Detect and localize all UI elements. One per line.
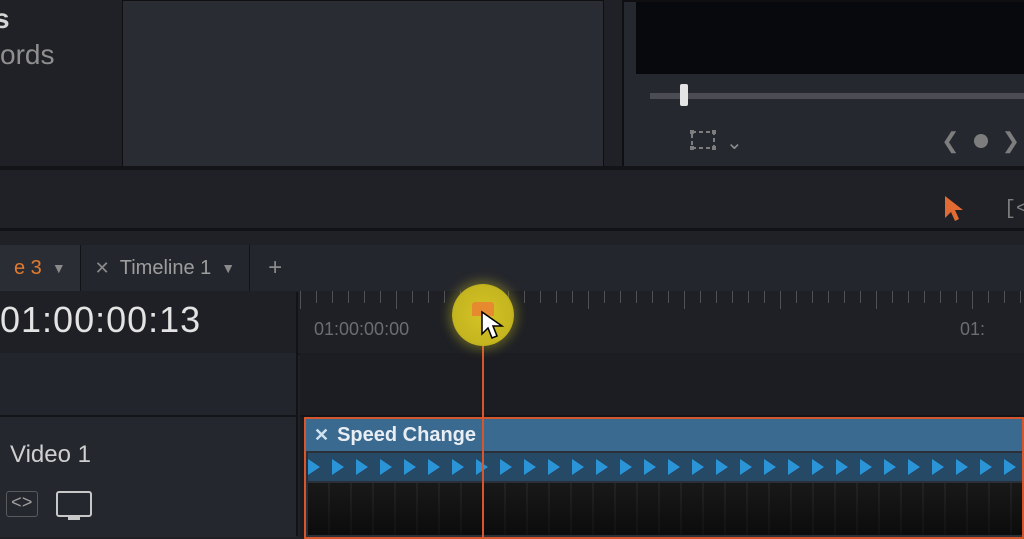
- timeline-tabs: e 3 ▼ ✕ Timeline 1 ▼ +: [0, 245, 1024, 293]
- media-panel-label: s ords: [0, 0, 54, 74]
- track-gap[interactable]: [300, 353, 1024, 417]
- add-timeline-button[interactable]: +: [250, 254, 300, 282]
- clip-speed-indicator[interactable]: [308, 453, 1022, 481]
- tab-active[interactable]: e 3 ▼: [0, 245, 81, 291]
- video-track-row: Video 1 <> ✕ Speed Change: [0, 417, 1024, 537]
- video-track-header[interactable]: Video 1 <>: [0, 417, 296, 537]
- tab-label: e 3: [14, 257, 42, 280]
- transform-dropdown-icon[interactable]: ⌄: [726, 130, 743, 155]
- transform-icon[interactable]: [690, 128, 718, 152]
- chevron-down-icon[interactable]: ▼: [221, 260, 235, 276]
- video-track-body[interactable]: ✕ Speed Change: [300, 417, 1024, 537]
- chevron-down-icon[interactable]: ▼: [52, 260, 66, 276]
- ruler-label: 01:00:00:00: [314, 319, 409, 340]
- clip-thumbnail-strip: [308, 483, 1022, 535]
- track-source-icon[interactable]: <>: [6, 491, 38, 517]
- clip-retime-bar[interactable]: ✕ Speed Change: [306, 419, 1022, 451]
- track-gap-header: [0, 353, 296, 417]
- next-keyframe-icon[interactable]: ❯: [1002, 128, 1020, 154]
- toolbar-strip: [0, 170, 1024, 228]
- tab-label: Timeline 1: [120, 257, 212, 280]
- track-monitor-icon[interactable]: [56, 491, 92, 517]
- track-name-label: Video 1: [10, 441, 91, 469]
- close-icon[interactable]: ✕: [314, 425, 329, 446]
- media-bin-tile[interactable]: [122, 0, 604, 168]
- panel-text-s: s: [0, 4, 54, 35]
- zoom-slider-thumb[interactable]: [680, 84, 688, 106]
- divider: [0, 228, 1024, 231]
- close-icon[interactable]: ✕: [95, 258, 110, 279]
- tab-timeline-1[interactable]: ✕ Timeline 1 ▼: [81, 245, 250, 291]
- mouse-cursor-icon: [480, 310, 506, 345]
- keyframe-nav: ❮ ❯: [941, 128, 1024, 154]
- zoom-slider-track[interactable]: [650, 93, 1024, 99]
- viewer-preview[interactable]: [636, 2, 1024, 74]
- current-timecode[interactable]: 01:00:00:13: [0, 299, 201, 341]
- more-tools-icon[interactable]: [<: [1004, 198, 1024, 221]
- prev-keyframe-icon[interactable]: ❮: [941, 128, 959, 154]
- panel-text-ords: ords: [0, 35, 54, 74]
- playhead-line[interactable]: [482, 314, 484, 537]
- timeline-ruler[interactable]: 01:00:00:00 01:: [300, 291, 1024, 353]
- clip-title: Speed Change: [337, 424, 476, 447]
- video-clip[interactable]: ✕ Speed Change: [304, 417, 1024, 539]
- add-keyframe-icon[interactable]: [974, 134, 988, 148]
- ruler-label: 01:: [960, 319, 985, 340]
- selection-tool-icon[interactable]: [942, 194, 968, 227]
